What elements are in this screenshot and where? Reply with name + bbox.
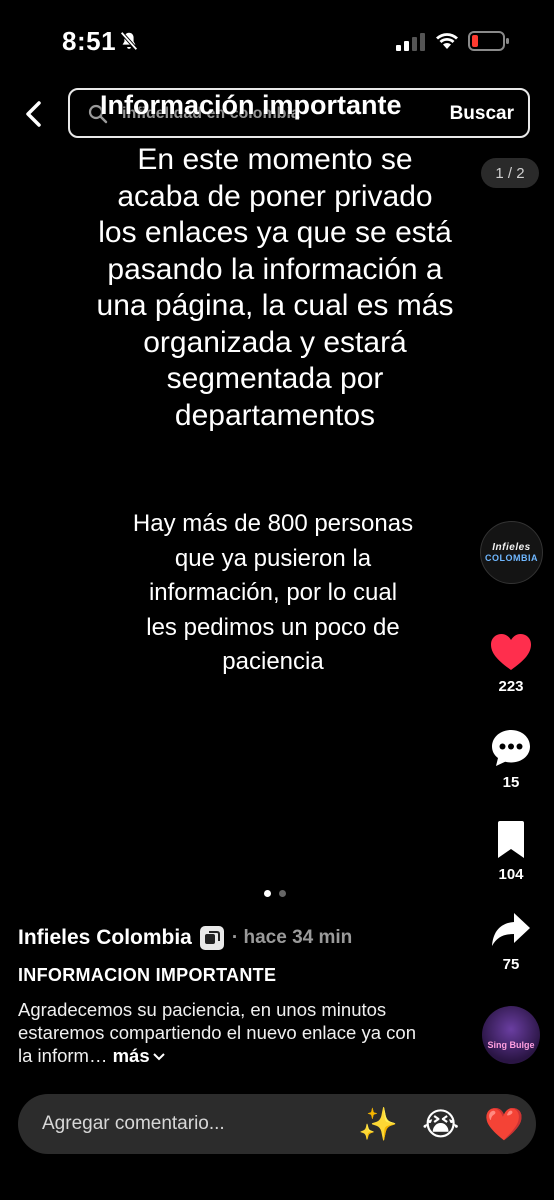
main-text-line: En este momento se — [137, 143, 413, 176]
post-description-text: Agradecemos su paciencia, en unos minuto… — [18, 999, 416, 1066]
author-name[interactable]: Infieles Colombia — [18, 926, 192, 950]
share-icon — [492, 913, 530, 946]
back-icon — [26, 101, 41, 127]
slide-sub-text: Hay más de 800 personas que ya pusieron … — [84, 507, 462, 680]
carousel-dots — [264, 890, 286, 897]
status-bar: 8:51 — [0, 0, 554, 84]
back-button[interactable] — [18, 96, 48, 132]
profile-avatar[interactable]: Infieles COLOMBIA — [480, 521, 543, 584]
like-count: 223 — [498, 678, 524, 695]
music-disc-label: Sing Bulge — [487, 1040, 535, 1050]
overlay-title: Información importante — [100, 90, 402, 120]
sub-text-line: información, por lo cual — [148, 579, 398, 606]
carousel-dot-active[interactable] — [264, 890, 271, 897]
more-label: más — [112, 1045, 150, 1066]
music-disc[interactable]: Sing Bulge — [482, 1006, 540, 1064]
bookmark-icon — [498, 821, 524, 858]
slide-main-text: En este momento se acaba de poner privad… — [40, 142, 510, 434]
comment-placeholder: Agregar comentario... — [42, 1113, 225, 1134]
chevron-down-icon — [152, 1053, 165, 1061]
wifi-icon — [436, 33, 458, 49]
sub-text-line: les pedimos un poco de — [146, 613, 400, 641]
carousel-dot[interactable] — [279, 890, 286, 897]
comment-button[interactable]: 15 — [478, 728, 544, 791]
comment-count: 15 — [502, 774, 520, 791]
sparkles-emoji-button[interactable]: ✨ — [358, 1104, 398, 1144]
signal-icon — [396, 33, 425, 51]
photo-mode-badge — [199, 926, 224, 950]
avatar-line1: Infieles — [492, 542, 531, 553]
search-button[interactable]: Buscar — [450, 103, 514, 125]
sub-text-line: Hay más de 800 personas — [132, 510, 414, 537]
sub-text-line: que ya pusieron la — [174, 544, 372, 572]
main-text-line: los enlaces ya que se está — [98, 216, 452, 249]
status-time: 8:51 — [62, 26, 117, 56]
mute-icon — [120, 31, 138, 51]
crying-emoji-button[interactable]: 😭 — [422, 1104, 459, 1144]
author-row: Infieles Colombia · hace 34 min — [18, 926, 352, 950]
main-text-line: departamentos — [174, 398, 376, 432]
comment-icon — [492, 730, 530, 766]
post-description: Agradecemos su paciencia, en unos minuto… — [18, 998, 418, 1067]
heart-icon — [491, 634, 531, 670]
share-count: 75 — [502, 956, 520, 973]
main-text-line: acaba de poner privado — [117, 179, 433, 213]
photo-stack-icon — [204, 931, 220, 944]
comment-input[interactable]: Agregar comentario... ✨ 😭 ❤️ — [18, 1094, 536, 1154]
sub-text-line: paciencia — [222, 648, 324, 675]
bookmark-button[interactable]: 104 — [478, 820, 544, 883]
heart-emoji-button[interactable]: ❤️ — [484, 1104, 524, 1144]
share-button[interactable]: 75 — [478, 910, 544, 973]
post-time: · hace 34 min — [231, 927, 353, 948]
main-text-line: segmentada por — [166, 362, 384, 395]
save-count: 104 — [498, 866, 524, 883]
battery-icon — [468, 31, 509, 51]
main-text-line: una página, la cual es más — [96, 289, 454, 322]
avatar-line2: COLOMBIA — [485, 553, 538, 563]
post-title: INFORMACION IMPORTANTE — [18, 965, 277, 985]
main-text-line: organizada y estará — [143, 325, 407, 359]
main-text-line: pasando la información a — [107, 252, 443, 286]
like-button[interactable]: 223 — [478, 632, 544, 695]
more-link[interactable]: más — [113, 1045, 166, 1066]
